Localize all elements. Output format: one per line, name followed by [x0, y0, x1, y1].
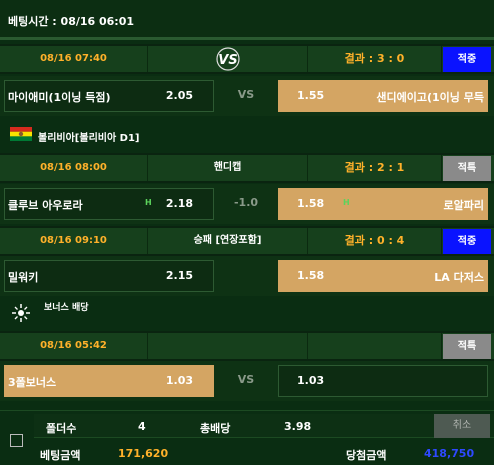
- game-header-2: 08/16 08:00 핸디캡 결과 : 2 : 1 적특: [0, 153, 494, 183]
- game-header-1: 08/16 07:40 VS 결과 : 3 : 0 적중: [0, 44, 494, 74]
- game-time: 08/16 08:00: [0, 155, 148, 181]
- bet-summary: 폴더수 4 총배당 3.98 취소 베팅금액 171,620 당첨금액 418,…: [0, 410, 494, 465]
- game-time: 08/16 05:42: [0, 333, 148, 359]
- home-odds-button[interactable]: 밀워키 2.15: [4, 260, 214, 292]
- away-odds-button[interactable]: 1.58 H 로알파리: [278, 188, 488, 220]
- home-team-name: 밀워키: [8, 271, 39, 284]
- win-amount-label: 당첨금액: [346, 449, 387, 462]
- away-odds: 1.58: [297, 197, 325, 210]
- away-odds-button[interactable]: 1.03: [278, 365, 488, 397]
- odds-row-3: 밀워키 2.15 1.58 LA 다저스: [0, 256, 494, 296]
- odds-row-4: 3폴보너스 1.03 VS 1.03: [0, 361, 494, 401]
- game-result: 결과 : 0 : 4: [308, 228, 442, 254]
- home-odds: 1.03: [165, 374, 193, 387]
- vs-logo-icon: VS: [215, 47, 240, 71]
- market-name: 핸디캡: [148, 155, 308, 181]
- bonus-star-icon: [12, 304, 30, 322]
- home-team-name: 마이애미(1이닝 득점): [8, 91, 111, 104]
- away-odds: 1.03: [297, 374, 325, 387]
- bonus-row: 보너스 배당: [0, 296, 494, 330]
- win-amount-value: 418,750: [424, 447, 475, 460]
- away-team-name: 샌디에이고(1이닝 무득: [376, 91, 484, 104]
- bet-time-bar: 베팅시간 : 08/16 06:01: [0, 0, 494, 40]
- home-team-name: 3폴보너스: [8, 376, 57, 389]
- handicap-marker: H: [343, 198, 350, 207]
- bolivia-flag-icon: [10, 127, 32, 141]
- home-odds: 2.18: [165, 197, 193, 210]
- bet-amount-value: 171,620: [118, 447, 169, 460]
- cancel-button[interactable]: 취소: [434, 414, 490, 438]
- handicap-marker: H: [145, 198, 152, 207]
- select-checkbox[interactable]: [10, 434, 23, 447]
- game-result: 결과 : 2 : 1: [308, 155, 442, 181]
- away-odds-button[interactable]: 1.55 샌디에이고(1이닝 무득: [278, 80, 488, 112]
- bet-time: 베팅시간 : 08/16 06:01: [8, 15, 135, 28]
- game-time: 08/16 07:40: [0, 46, 148, 72]
- svg-text:VS: VS: [218, 53, 237, 68]
- league-row: 볼리비아[볼리비아 D1]: [0, 118, 494, 152]
- game-header-3: 08/16 09:10 승패 [연장포함] 결과 : 0 : 4 적중: [0, 226, 494, 256]
- draw-cell: VS: [237, 373, 255, 386]
- away-odds-button[interactable]: 1.58 LA 다저스: [278, 260, 488, 292]
- odds-row-2: 클루브 아우로라 H 2.18 -1.0 1.58 H 로알파리: [0, 184, 494, 224]
- game-header-4: 08/16 05:42 적특: [0, 331, 494, 361]
- away-odds: 1.58: [297, 269, 325, 282]
- vs-logo: VS: [148, 46, 308, 72]
- status-badge: 적중: [443, 47, 491, 72]
- market-name: [148, 333, 308, 359]
- home-odds-button[interactable]: 클루브 아우로라 H 2.18: [4, 188, 214, 220]
- summary-line-1: 폴더수 4 총배당 3.98 취소: [34, 414, 494, 438]
- total-odds-value: 3.98: [284, 420, 312, 433]
- handicap-line: -1.0: [233, 196, 259, 209]
- home-odds: 2.15: [165, 269, 193, 282]
- folders-value: 4: [138, 420, 146, 433]
- folders-label: 폴더수: [46, 422, 77, 435]
- odds-row-1: 마이애미(1이닝 득점) 2.05 VS 1.55 샌디에이고(1이닝 무득: [0, 76, 494, 116]
- status-badge: 적특: [443, 156, 491, 181]
- league-name: 볼리비아[볼리비아 D1]: [38, 133, 140, 144]
- bonus-label: 보너스 배당: [44, 303, 89, 313]
- bet-amount-label: 베팅금액: [40, 449, 81, 462]
- home-team-name: 클루브 아우로라: [8, 199, 83, 212]
- home-odds-button[interactable]: 3폴보너스 1.03: [4, 365, 214, 397]
- game-result: [308, 333, 442, 359]
- status-badge: 적특: [443, 334, 491, 359]
- market-name: 승패 [연장포함]: [148, 228, 308, 254]
- away-team-name: LA 다저스: [434, 271, 484, 284]
- summary-line-2: 베팅금액 171,620 당첨금액 418,750: [34, 441, 494, 465]
- game-result: 결과 : 3 : 0: [308, 46, 442, 72]
- game-time: 08/16 09:10: [0, 228, 148, 254]
- total-odds-label: 총배당: [200, 422, 231, 435]
- home-odds: 2.05: [165, 89, 193, 102]
- home-odds-button[interactable]: 마이애미(1이닝 득점) 2.05: [4, 80, 214, 112]
- draw-cell: VS: [237, 88, 255, 101]
- away-team-name: 로알파리: [443, 199, 484, 212]
- away-odds: 1.55: [297, 89, 325, 102]
- status-badge: 적중: [443, 229, 491, 254]
